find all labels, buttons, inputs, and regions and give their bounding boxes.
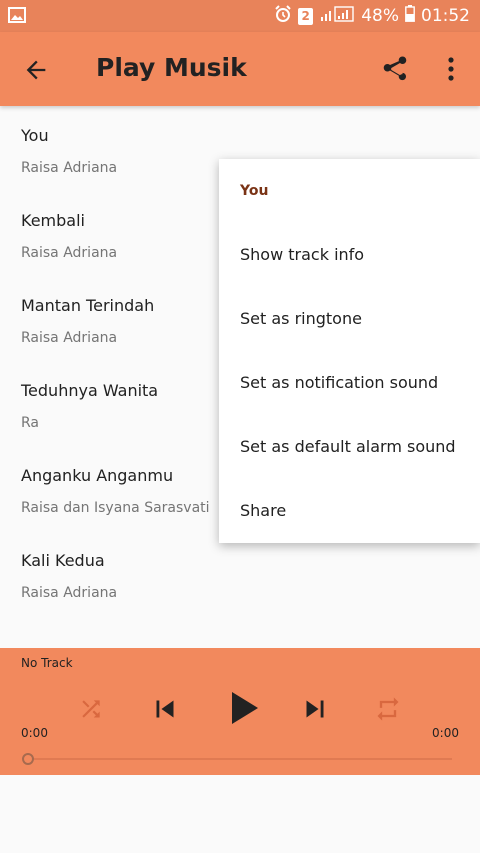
share-icon[interactable] bbox=[380, 54, 410, 88]
menu-item-set-alarm-sound[interactable]: Set as default alarm sound bbox=[219, 415, 480, 479]
track-artist: Raisa Adriana bbox=[21, 160, 118, 176]
track-title: Kali Kedua bbox=[21, 551, 105, 570]
menu-item-show-track-info[interactable]: Show track info bbox=[219, 223, 480, 287]
image-icon bbox=[8, 7, 26, 28]
more-vert-icon[interactable] bbox=[440, 54, 462, 88]
repeat-icon[interactable] bbox=[374, 695, 402, 727]
track-artist: Raisa Adriana bbox=[21, 330, 118, 346]
menu-item-set-ringtone[interactable]: Set as ringtone bbox=[219, 287, 480, 351]
menu-item-label: Set as notification sound bbox=[240, 373, 439, 392]
track-title: Kembali bbox=[21, 211, 85, 230]
menu-item-set-notification-sound[interactable]: Set as notification sound bbox=[219, 351, 480, 415]
track-title: You bbox=[21, 126, 49, 145]
track-artist: Raisa Adriana bbox=[21, 585, 118, 601]
menu-item-label: Set as ringtone bbox=[240, 309, 362, 328]
track-artist: Raisa dan Isyana Sarasvati bbox=[21, 500, 210, 516]
duration-time: 0:00 bbox=[432, 726, 459, 740]
track-artist: Ra bbox=[21, 415, 39, 431]
track-artist: Raisa Adriana bbox=[21, 245, 118, 261]
track-context-menu: You Show track info Set as ringtone Set … bbox=[219, 159, 480, 543]
skip-previous-icon[interactable] bbox=[148, 692, 182, 730]
list-item[interactable]: Kali Kedua Raisa Adriana bbox=[0, 531, 480, 616]
menu-header: You bbox=[240, 183, 269, 199]
menu-item-label: Set as default alarm sound bbox=[240, 437, 456, 456]
alarm-icon bbox=[274, 4, 292, 28]
seek-thumb[interactable] bbox=[22, 753, 34, 765]
track-title: Teduhnya Wanita bbox=[21, 381, 159, 400]
track-title: Anganku Anganmu bbox=[21, 466, 174, 485]
player-panel: No Track 0:00 0:00 bbox=[0, 648, 480, 775]
elapsed-time: 0:00 bbox=[21, 726, 48, 740]
skip-next-icon[interactable] bbox=[298, 692, 332, 730]
menu-item-label: Share bbox=[240, 501, 287, 520]
app-bar: Play Musik bbox=[0, 32, 480, 106]
status-bar: 2 48% 01:52 bbox=[0, 0, 480, 32]
menu-item-share[interactable]: Share bbox=[219, 479, 480, 543]
battery-icon bbox=[405, 5, 415, 27]
page-title: Play Musik bbox=[96, 53, 247, 82]
signal-icon bbox=[319, 5, 355, 28]
now-playing-label: No Track bbox=[21, 656, 73, 670]
clock: 01:52 bbox=[421, 6, 470, 26]
seek-bar[interactable] bbox=[28, 758, 452, 760]
menu-item-label: Show track info bbox=[240, 245, 365, 264]
shuffle-icon[interactable] bbox=[78, 696, 104, 726]
track-title: Mantan Terindah bbox=[21, 296, 155, 315]
battery-text: 48% bbox=[361, 6, 399, 26]
notification-badge: 2 bbox=[298, 7, 314, 25]
play-icon[interactable] bbox=[218, 684, 266, 736]
arrow-back-icon[interactable] bbox=[22, 56, 50, 88]
